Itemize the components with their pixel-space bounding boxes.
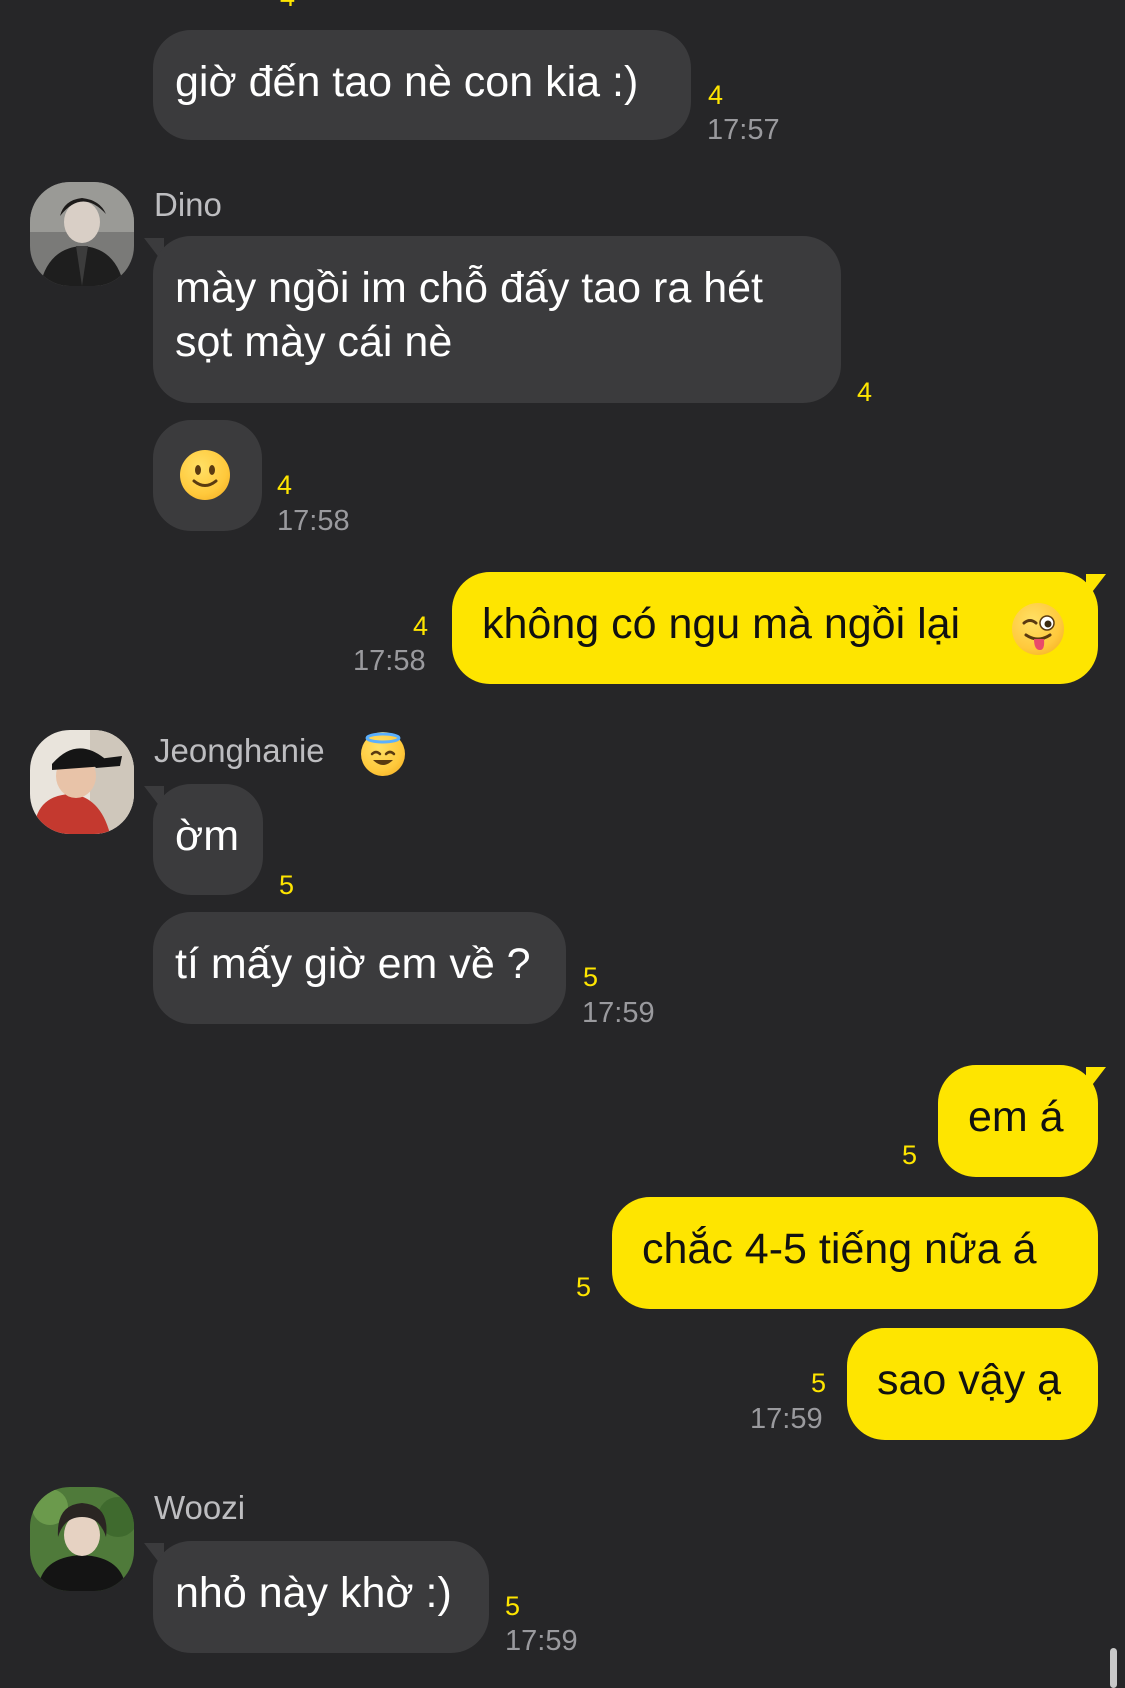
unread-count: 4 xyxy=(277,470,293,500)
unread-count: 4 xyxy=(413,611,429,641)
smiling-face-with-halo-icon xyxy=(361,732,405,776)
unread-count: 5 xyxy=(279,870,295,900)
sender-name: Jeonghanie xyxy=(154,732,325,769)
avatar-jeonghanie[interactable] xyxy=(30,730,134,834)
message-text: giờ đến tao nè con kia :) xyxy=(175,58,639,106)
message-text: không có ngu mà ngồi lại xyxy=(482,600,961,648)
message-time: 17:59 xyxy=(505,1625,578,1657)
message-bubble[interactable]: giờ đến tao nè con kia :) xyxy=(153,30,691,140)
message-bubble-outgoing[interactable]: không có ngu mà ngồi lại xyxy=(452,572,1098,684)
message-bubble-outgoing[interactable]: em á xyxy=(938,1065,1098,1177)
message-time: 17:57 xyxy=(707,114,780,146)
message-bubble-outgoing[interactable]: sao vậy ạ xyxy=(847,1328,1098,1440)
message-time: 17:58 xyxy=(353,645,426,677)
message-bubble[interactable]: ờm xyxy=(153,784,263,895)
unread-count: 5 xyxy=(902,1140,918,1170)
user-photo-icon xyxy=(30,730,134,834)
message-time: 17:59 xyxy=(582,997,655,1029)
message-bubble[interactable]: tí mấy giờ em về ? xyxy=(153,912,566,1024)
avatar-dino[interactable] xyxy=(30,182,134,286)
slightly-smiling-face-icon xyxy=(180,450,230,500)
message-text: sao vậy ạ xyxy=(877,1356,1062,1404)
message-text: em á xyxy=(968,1093,1064,1141)
message-text: nhỏ này khờ :) xyxy=(175,1569,452,1617)
message-bubble[interactable]: nhỏ này khờ :) xyxy=(153,1541,489,1653)
unread-count: 5 xyxy=(811,1368,827,1398)
message-text-line: sọt mày cái nè xyxy=(175,318,453,366)
user-photo-icon xyxy=(30,1487,134,1591)
bubble-tail xyxy=(1086,1067,1106,1093)
winking-face-with-tongue-icon xyxy=(1012,603,1064,655)
message-bubble[interactable]: mày ngồi im chỗ đấy tao ra hét sọt mày c… xyxy=(153,236,841,403)
unread-count: 5 xyxy=(576,1272,592,1302)
sender-name: Dino xyxy=(154,186,222,223)
message-time: 17:58 xyxy=(277,505,350,537)
message-text: ờm xyxy=(175,812,240,860)
unread-count: 5 xyxy=(583,962,599,992)
unread-count: 4 xyxy=(857,377,873,407)
message-text: tí mấy giờ em về ? xyxy=(175,940,531,988)
avatar-woozi[interactable] xyxy=(30,1487,134,1591)
unread-count: 5 xyxy=(505,1591,521,1621)
scrollbar[interactable] xyxy=(1110,1648,1117,1688)
sender-name: Woozi xyxy=(154,1489,246,1526)
user-photo-icon xyxy=(30,182,134,286)
message-time: 17:59 xyxy=(750,1403,823,1435)
unread-count: 4 xyxy=(708,80,724,110)
message-bubble-emoji[interactable] xyxy=(153,420,262,531)
message-text-line: mày ngồi im chỗ đấy tao ra hét xyxy=(175,264,763,312)
message-text: chắc 4-5 tiếng nữa á xyxy=(642,1225,1037,1273)
unread-count-partial: 4 xyxy=(280,0,295,12)
message-bubble-outgoing[interactable]: chắc 4-5 tiếng nữa á xyxy=(612,1197,1098,1309)
bubble-tail xyxy=(1086,574,1106,600)
